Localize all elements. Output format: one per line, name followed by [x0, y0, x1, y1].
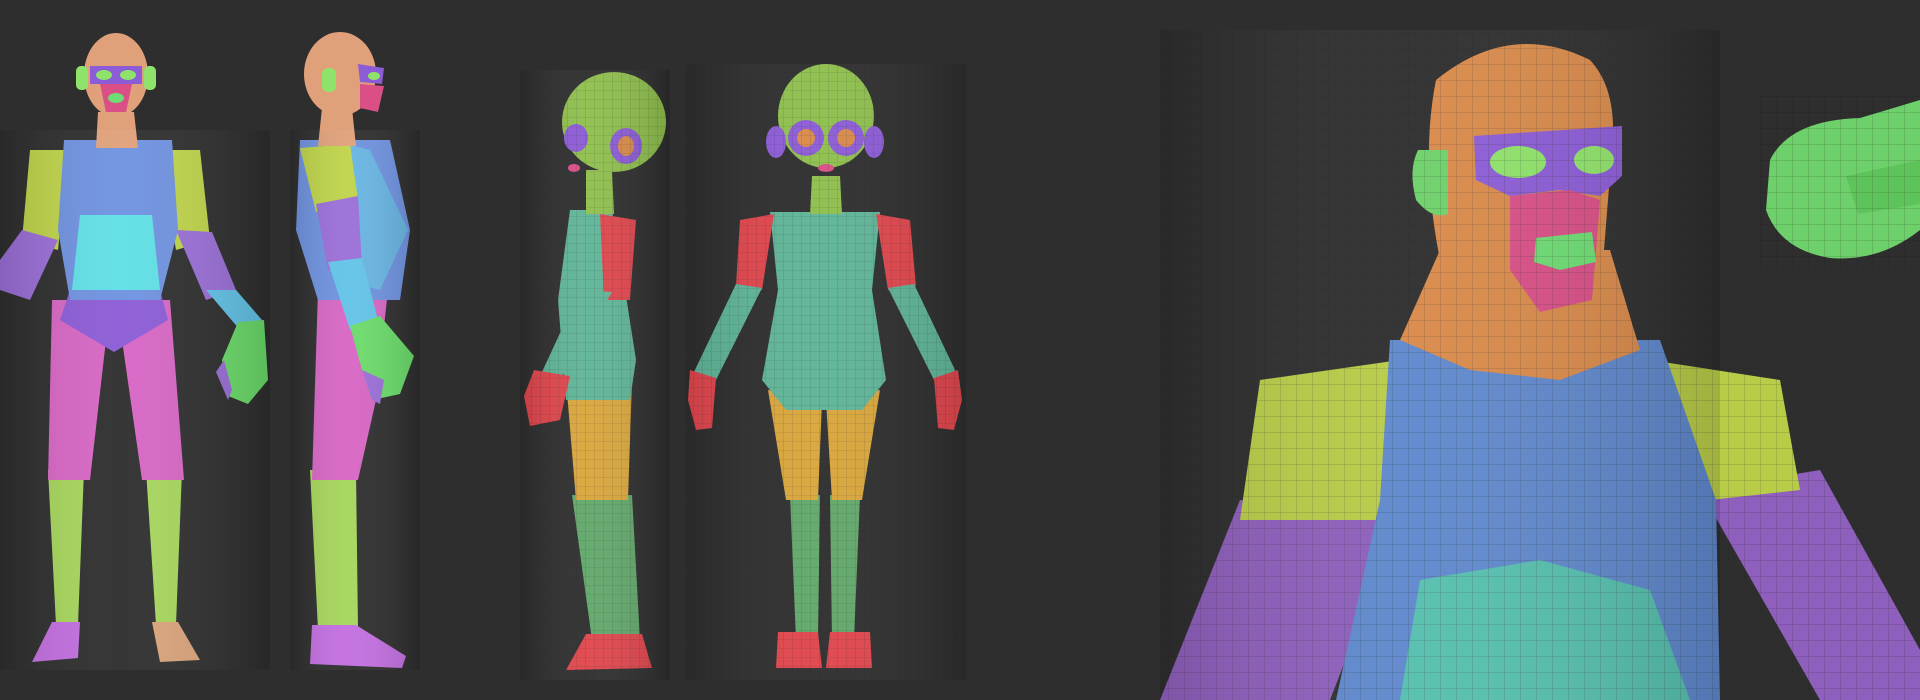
female-side-upper-arm: [600, 214, 636, 300]
female-left-eye: [797, 129, 815, 147]
female-side-ear-inner: [618, 136, 634, 156]
closeup-left-eye: [1490, 146, 1546, 178]
female-right-shoe: [826, 632, 872, 668]
female-left-shoe: [776, 632, 822, 668]
closeup-right-eye: [1574, 146, 1614, 174]
scene-canvas: [0, 0, 1920, 700]
female-side-neck: [586, 170, 614, 214]
male-right-eye: [120, 70, 136, 80]
polygroup-showcase: [0, 0, 1920, 700]
female-head: [778, 64, 874, 168]
side-ear: [322, 68, 336, 92]
female-front-torso: [762, 212, 886, 410]
female-side-eye-ring: [564, 124, 588, 152]
female-right-eye: [837, 129, 855, 147]
female-right-ear: [864, 126, 884, 158]
male-left-eye: [96, 70, 112, 80]
side-shin: [310, 470, 358, 630]
male-right-ear: [144, 66, 156, 90]
male-mouth: [108, 93, 124, 103]
male-left-ear: [76, 66, 88, 90]
female-side-lips: [568, 164, 580, 172]
male-chest-panel: [72, 215, 160, 290]
female-left-ear: [766, 126, 786, 158]
female-neck: [810, 176, 842, 214]
female-lips: [818, 164, 834, 172]
side-eye: [368, 72, 380, 80]
male-neck: [96, 112, 138, 148]
